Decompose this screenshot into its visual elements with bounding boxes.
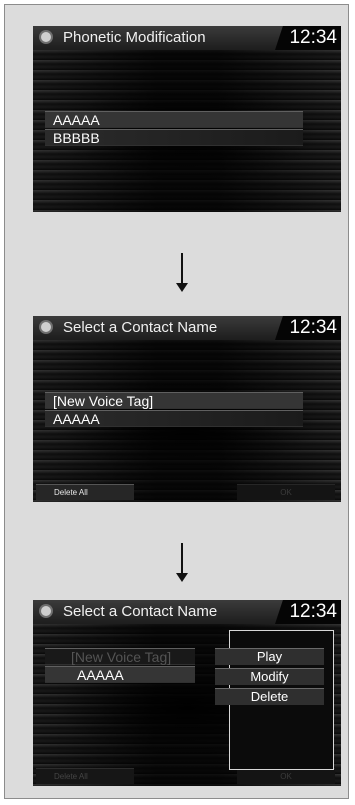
gear-icon [41,32,51,42]
gear-icon [41,606,51,616]
modify-option[interactable]: Modify [215,668,324,685]
options-popup: Play Modify Delete [215,630,334,770]
ok-button[interactable]: OK [237,484,335,500]
list-item[interactable]: BBBBB [45,129,303,146]
clock: 12:34 [289,601,337,622]
arrow-down-icon [172,253,192,293]
list-item-new-voice-tag[interactable]: [New Voice Tag] [45,392,303,409]
title-bar: Phonetic Modification 12:34 [33,26,341,50]
screen-title: Select a Contact Name [63,603,218,620]
list-item[interactable]: AAAAA [45,111,303,128]
play-option[interactable]: Play [215,648,324,665]
clock: 12:34 [289,27,337,48]
delete-all-button[interactable]: Delete All [36,484,134,500]
manual-figure-frame: Phonetic Modification 12:34 AAAAA BBBBB … [4,4,349,799]
list-item-contact[interactable]: AAAAA [45,410,303,427]
clock: 12:34 [289,317,337,338]
screen-title: Phonetic Modification [63,29,206,46]
delete-option[interactable]: Delete [215,688,324,705]
title-bar: Select a Contact Name 12:34 [33,600,341,624]
delete-all-button[interactable]: Delete All [36,768,134,784]
screen-title: Select a Contact Name [63,319,218,336]
title-bar: Select a Contact Name 12:34 [33,316,341,340]
list-item-new-voice-tag[interactable]: [New Voice Tag] [45,648,195,665]
arrow-down-icon [172,543,192,583]
list-item-contact[interactable]: AAAAA [45,666,195,683]
ok-button[interactable]: OK [237,768,335,784]
gear-icon [41,322,51,332]
select-contact-menu-screen: Select a Contact Name 12:34 [New Voice T… [33,600,341,786]
select-contact-screen: Select a Contact Name 12:34 [New Voice T… [33,316,341,502]
phonetic-modification-screen: Phonetic Modification 12:34 AAAAA BBBBB [33,26,341,212]
